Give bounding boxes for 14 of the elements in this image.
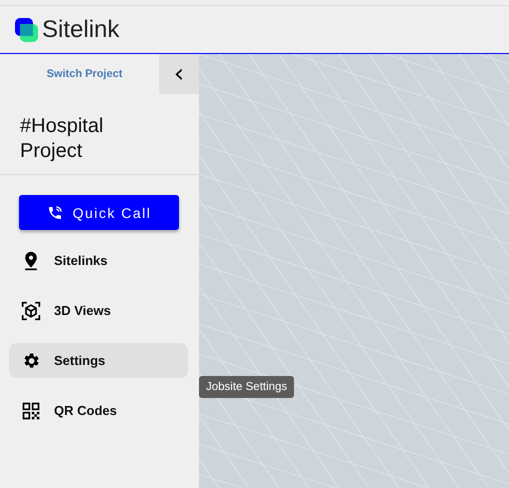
logo-icon <box>15 18 39 42</box>
phone-icon <box>46 204 63 220</box>
logo-text: Sitelink <box>42 16 120 44</box>
qr-code-icon <box>21 400 41 420</box>
tooltip: Jobsite Settings <box>199 376 294 398</box>
quick-call-button[interactable]: Quick Call <box>19 195 179 230</box>
switch-project-link[interactable]: Switch Project <box>0 68 159 80</box>
project-title: #Hospital Project <box>19 114 104 164</box>
nav-item[interactable]: Settings <box>9 343 188 378</box>
cube-icon <box>21 300 41 320</box>
nav-item[interactable]: Sitelinks <box>9 243 188 278</box>
collapse-button[interactable]: ‹ <box>159 54 199 94</box>
nav-item[interactable]: 3D Views <box>9 293 188 328</box>
nav-item[interactable]: QR Codes <box>9 393 188 428</box>
